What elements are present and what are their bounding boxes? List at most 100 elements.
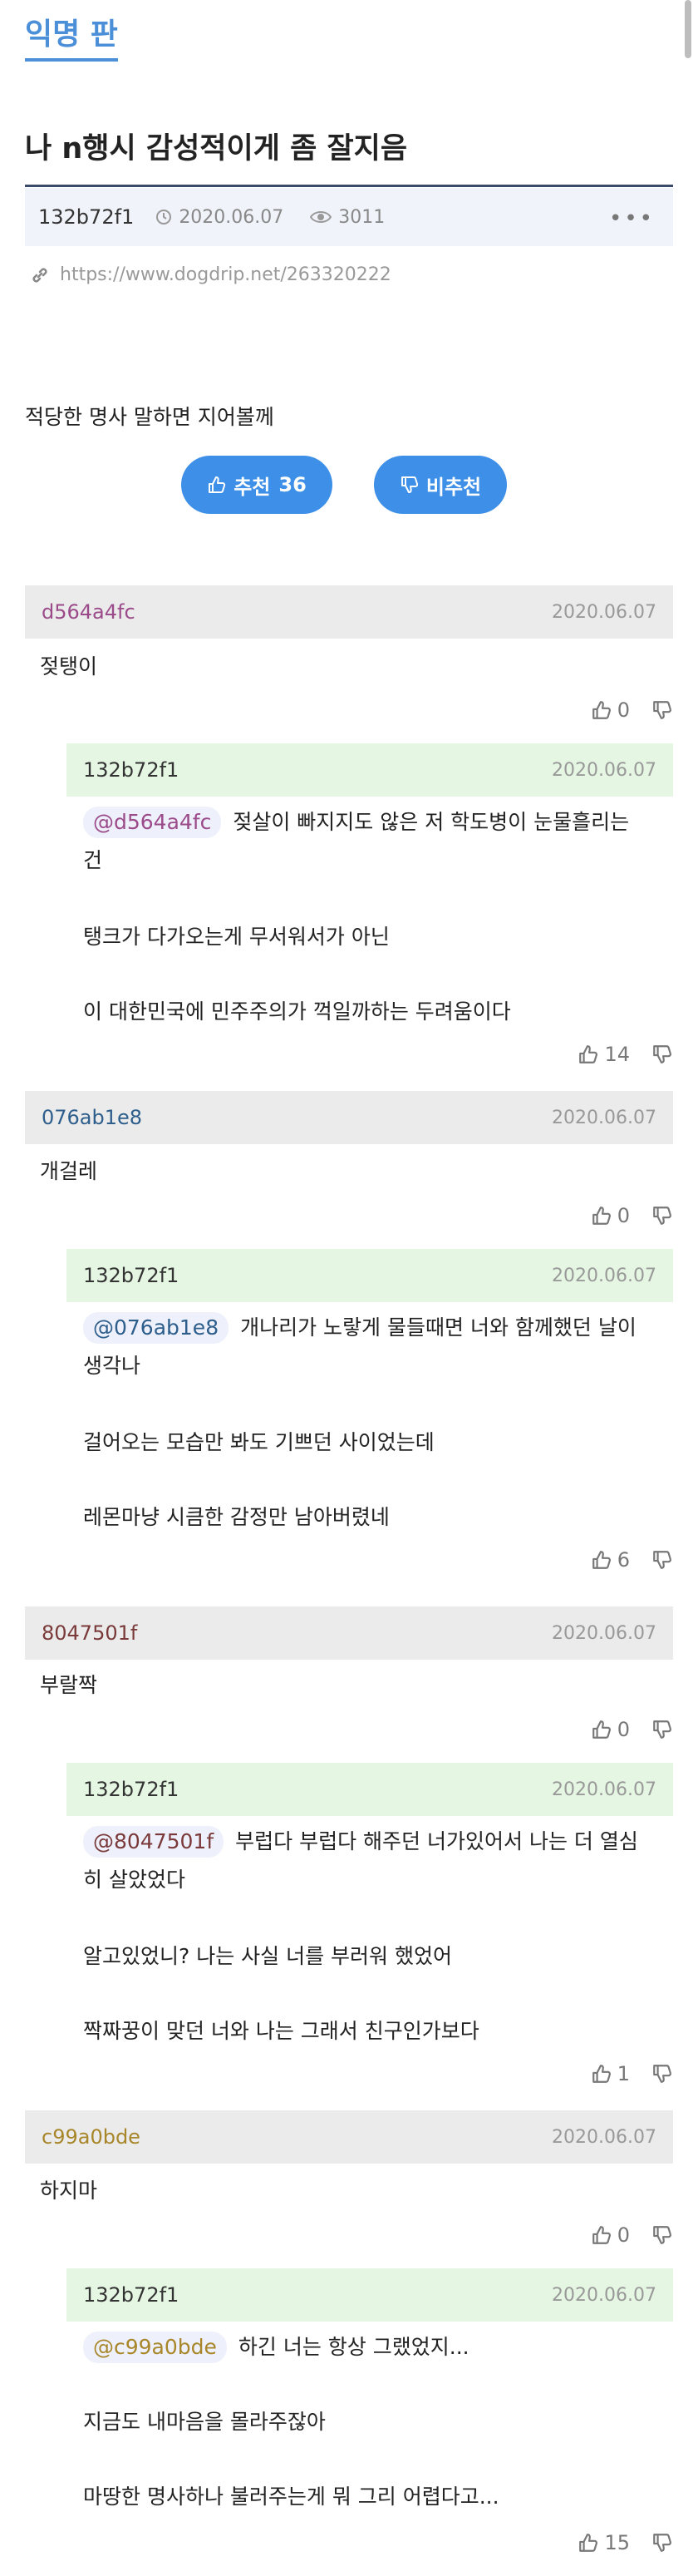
scrollbar-thumb[interactable] <box>685 0 691 58</box>
reply-header: 132b72f1 2020.06.07 <box>66 2268 673 2322</box>
comment-text: 개걸레 <box>40 1159 98 1183</box>
reply-mention[interactable]: @076ab1e8 <box>83 1312 229 1344</box>
comment-votes: 0 <box>591 1201 673 1231</box>
reply-author[interactable]: 132b72f1 <box>83 2283 179 2307</box>
comment-date: 2020.06.07 <box>552 601 656 623</box>
reply-votes: 1 <box>591 2059 673 2089</box>
reply-line: 레몬마냥 시큼한 감정만 남아버렸네 <box>83 1505 390 1529</box>
reply-line: 마땅한 명사하나 불러주는게 뭐 그리 어렵다고... <box>83 2485 499 2509</box>
comment-upvote-button[interactable]: 0 <box>591 2223 630 2247</box>
reply-line-text: 하긴 너는 항상 그랬었지... <box>238 2335 469 2359</box>
comment-downvote-button[interactable] <box>651 2224 673 2246</box>
link-icon <box>32 267 47 283</box>
thumb-down-icon <box>653 2065 671 2083</box>
reply-line: 알고있었니? 나는 사실 너를 부러워 했었어 <box>83 1944 453 1968</box>
thumb-up-icon <box>592 1551 611 1569</box>
reply-line: 생각나 <box>83 1354 141 1378</box>
reply-upvote-count: 15 <box>604 2531 630 2554</box>
reply-upvote-count: 1 <box>617 2062 630 2085</box>
reply-line: @8047501f 부럽다 부럽다 해주던 너가있어서 나는 더 열심 <box>83 1826 638 1858</box>
comment-downvote-button[interactable] <box>651 1205 673 1226</box>
comment-upvote-button[interactable]: 0 <box>591 1718 630 1741</box>
post-date-text: 2020.06.07 <box>179 206 284 228</box>
reply-mention[interactable]: @8047501f <box>83 1826 224 1858</box>
reply-downvote-button[interactable] <box>651 2063 673 2085</box>
reply-date: 2020.06.07 <box>552 1779 656 1800</box>
reply-votes: 14 <box>578 1039 673 1069</box>
thumb-up-icon <box>209 476 226 493</box>
thumb-up-icon <box>592 1207 611 1225</box>
comment-downvote-button[interactable] <box>651 1719 673 1740</box>
reply-upvote-count: 6 <box>617 1548 630 1572</box>
upvote-button[interactable]: 추천 36 <box>181 456 332 514</box>
more-icon[interactable]: ••• <box>609 206 655 231</box>
comment-upvote-button[interactable]: 0 <box>591 698 630 722</box>
comment-text: 부랄짝 <box>40 1673 98 1697</box>
reply-header: 132b72f1 2020.06.07 <box>66 743 673 797</box>
post-body: 적당한 명사 말하면 지어볼께 <box>25 405 274 429</box>
reply-date: 2020.06.07 <box>552 1265 656 1286</box>
clock-icon <box>156 210 172 225</box>
thumb-down-icon <box>653 1720 671 1739</box>
reply-line: 지금도 내마음을 몰라주잖아 <box>83 2410 326 2434</box>
reply-upvote-count: 14 <box>604 1043 630 1066</box>
reply-mention[interactable]: @c99a0bde <box>83 2332 227 2363</box>
reply-author[interactable]: 132b72f1 <box>83 1264 179 1287</box>
downvote-label: 비추천 <box>425 475 482 499</box>
thumb-down-icon <box>653 701 671 719</box>
reply-line: 짝짜꿍이 맞던 너와 나는 그래서 친구인가보다 <box>83 2019 479 2043</box>
comment-upvote-button[interactable]: 0 <box>591 1204 630 1227</box>
thumb-up-icon <box>579 2534 598 2552</box>
post-views-text: 3011 <box>338 206 386 228</box>
comment-header: c99a0bde 2020.06.07 <box>25 2110 673 2164</box>
comment-votes: 0 <box>591 1715 673 1744</box>
reply-author[interactable]: 132b72f1 <box>83 758 179 782</box>
comment-author[interactable]: 8047501f <box>42 1621 137 1645</box>
comment-date: 2020.06.07 <box>552 1622 656 1644</box>
reply-votes: 15 <box>578 2528 673 2558</box>
reply-author[interactable]: 132b72f1 <box>83 1778 179 1801</box>
reply-upvote-button[interactable]: 6 <box>591 1548 630 1572</box>
thumb-down-icon <box>653 2534 671 2552</box>
reply-date: 2020.06.07 <box>552 759 656 781</box>
thumb-down-icon <box>653 1207 671 1225</box>
reply-date: 2020.06.07 <box>552 2284 656 2306</box>
reply-line: @c99a0bde 하긴 너는 항상 그랬었지... <box>83 2332 469 2363</box>
comment-text: 젖탱이 <box>40 654 98 679</box>
comment-author[interactable]: c99a0bde <box>42 2125 140 2149</box>
reply-mention[interactable]: @d564a4fc <box>83 807 222 838</box>
comment-date: 2020.06.07 <box>552 1107 656 1128</box>
upvote-count: 36 <box>278 473 307 496</box>
comment-votes: 0 <box>591 695 673 725</box>
comment-author[interactable]: 076ab1e8 <box>42 1106 142 1129</box>
downvote-button[interactable]: 비추천 <box>374 456 507 514</box>
reply-downvote-button[interactable] <box>651 1549 673 1571</box>
comment-author[interactable]: d564a4fc <box>42 600 135 624</box>
eye-icon <box>310 211 332 223</box>
comment-header: d564a4fc 2020.06.07 <box>25 585 673 639</box>
reply-line: @d564a4fc 젖살이 빠지지도 않은 저 학도병이 눈물흘리는 <box>83 807 629 838</box>
post-views: 3011 <box>310 207 385 228</box>
reply-line-text: 개나리가 노랗게 물들때면 너와 함께했던 날이 <box>240 1315 637 1340</box>
reply-line: @076ab1e8 개나리가 노랗게 물들때면 너와 함께했던 날이 <box>83 1312 637 1344</box>
thumb-up-icon <box>592 1720 611 1739</box>
post-url[interactable]: https://www.dogdrip.net/263320222 <box>60 264 391 285</box>
post-author[interactable]: 132b72f1 <box>38 205 134 229</box>
reply-line: 걸어오는 모습만 봐도 기쁘던 사이었는데 <box>83 1430 435 1454</box>
reply-votes: 6 <box>591 1545 673 1575</box>
comment-text: 하지마 <box>40 2179 98 2203</box>
comment-header: 076ab1e8 2020.06.07 <box>25 1091 673 1144</box>
reply-upvote-button[interactable]: 15 <box>578 2531 630 2554</box>
thumb-down-icon <box>653 2226 671 2244</box>
title-divider <box>25 185 673 187</box>
reply-line: 이 대한민국에 민주주의가 꺽일까하는 두려움이다 <box>83 999 511 1024</box>
reply-downvote-button[interactable] <box>651 1044 673 1065</box>
reply-line-text: 젖살이 빠지지도 않은 저 학도병이 눈물흘리는 <box>233 810 630 834</box>
comment-votes: 0 <box>591 2220 673 2250</box>
board-name[interactable]: 익명 판 <box>25 17 118 62</box>
comment-downvote-button[interactable] <box>651 699 673 721</box>
reply-upvote-button[interactable]: 1 <box>591 2062 630 2085</box>
reply-upvote-button[interactable]: 14 <box>578 1043 630 1066</box>
post-url-row[interactable]: https://www.dogdrip.net/263320222 <box>30 264 391 285</box>
reply-downvote-button[interactable] <box>651 2532 673 2554</box>
